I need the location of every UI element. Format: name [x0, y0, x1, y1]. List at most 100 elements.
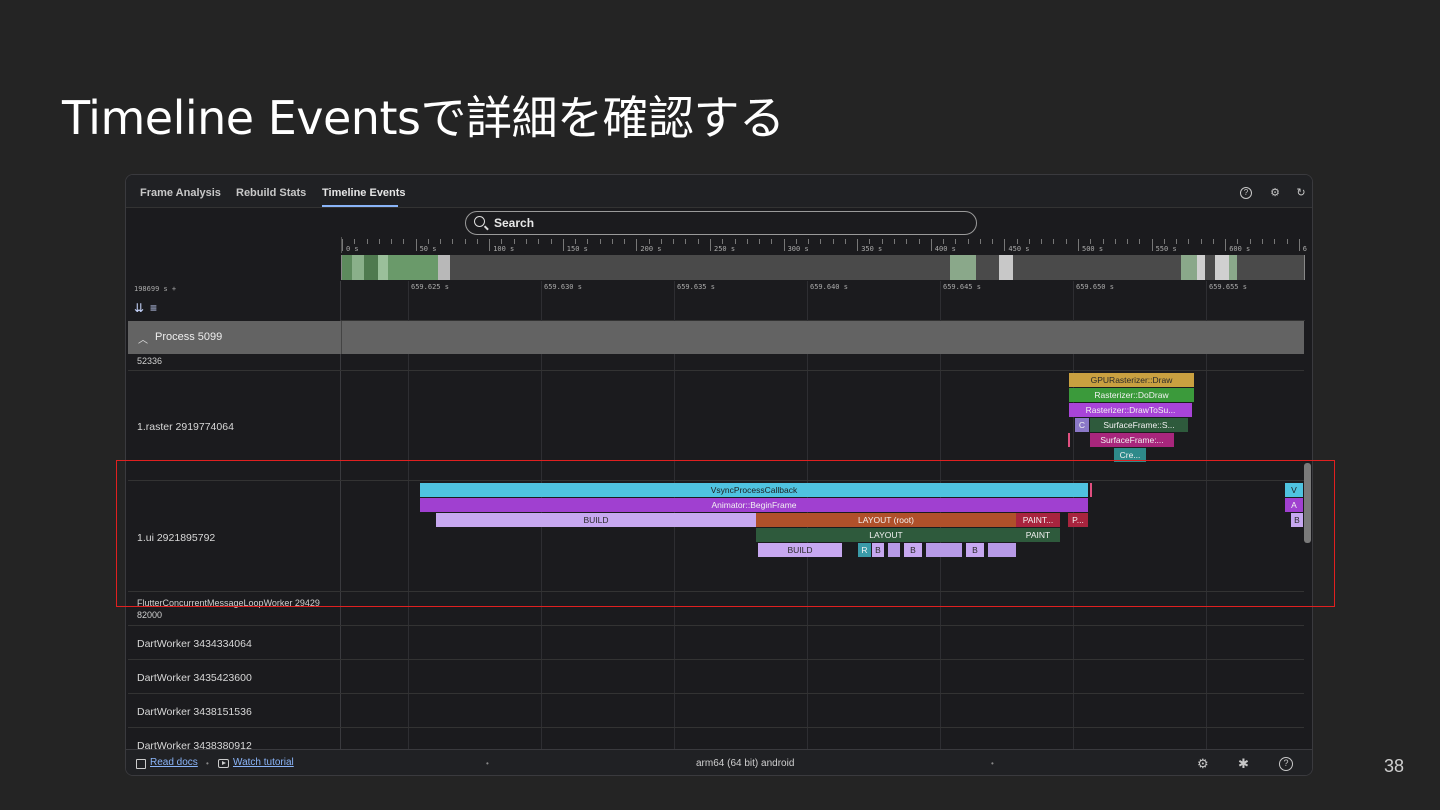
overview-tick-mark: [930, 239, 932, 251]
overview-tick-mark: [1249, 239, 1251, 244]
read-docs-link[interactable]: Read docs: [150, 757, 198, 768]
separator-dot: •: [206, 759, 209, 768]
overview-tick-mark: [1237, 239, 1239, 244]
chevron-up-icon[interactable]: ︿: [138, 331, 148, 346]
overview-tick-mark: [636, 239, 638, 251]
overview-tick-mark: [1163, 239, 1165, 244]
overview-tick-mark: [685, 239, 687, 244]
overview-tick-mark: [1298, 239, 1300, 251]
overview-tick-mark: [1151, 239, 1153, 251]
overview-tick-mark: [857, 239, 859, 251]
overview-tick-mark: [415, 239, 417, 251]
event-gpurasterizer-draw[interactable]: GPURasterizer::Draw: [1069, 373, 1194, 387]
help-icon[interactable]: ?: [1240, 187, 1252, 199]
time-origin: 198699 s +: [134, 285, 177, 293]
overview-tick-mark: [1065, 239, 1067, 244]
event-rasterizer-dodraw[interactable]: Rasterizer::DoDraw: [1069, 388, 1194, 402]
overview-tick-mark: [624, 239, 626, 244]
event-rasterizer-drawtosurface[interactable]: Rasterizer::DrawToSu...: [1069, 403, 1192, 417]
tab-rebuild-stats[interactable]: Rebuild Stats: [236, 187, 306, 199]
search-field[interactable]: [465, 211, 977, 235]
overview-tick-mark: [526, 239, 527, 244]
row-separator: [128, 625, 1304, 626]
overview-tick-mark: [550, 239, 552, 244]
overview-tick-mark: [1212, 239, 1214, 244]
process-row[interactable]: ︿ Process 5099: [128, 321, 1304, 354]
overview-tick-mark: [673, 239, 675, 244]
overview-tick-mark: [734, 239, 736, 244]
collapse-all-icon[interactable]: ⇊: [134, 301, 144, 315]
overview-tick-mark: [832, 239, 834, 244]
bug-icon[interactable]: ✱: [1238, 756, 1249, 772]
overview-tick-mark: [1053, 239, 1055, 244]
overview-tick-mark: [648, 239, 650, 244]
refresh-icon[interactable]: ↻: [1295, 187, 1307, 199]
search-input[interactable]: [494, 215, 964, 231]
overview-segment: [950, 255, 976, 280]
overview-tick-mark: [1188, 239, 1190, 244]
row-separator: [128, 727, 1304, 728]
overview-tick-label: 6: [1302, 245, 1308, 253]
overview-tick-mark: [1262, 239, 1263, 244]
thread-label-worker-id: 82000: [137, 610, 163, 620]
separator-dot: •: [486, 759, 489, 768]
tab-bar: Frame Analysis Rebuild Stats Timeline Ev…: [126, 175, 1312, 208]
overview-tick-mark: [587, 239, 589, 244]
overview-tick-mark: [562, 239, 564, 251]
overview-segment: [1181, 255, 1197, 280]
overview-tick-mark: [1016, 239, 1018, 244]
overview-tick-mark: [1139, 239, 1141, 244]
separator-dot: •: [991, 759, 994, 768]
list-view-icon[interactable]: ≡: [150, 301, 157, 315]
time-ruler-label: 659.640 s: [810, 283, 848, 291]
tab-timeline-events[interactable]: Timeline Events: [322, 187, 406, 199]
overview-tick-label: 250 s: [714, 245, 736, 253]
process-label: Process 5099: [155, 331, 223, 343]
time-ruler-label: 659.655 s: [1209, 283, 1247, 291]
overview-tick-label: 550 s: [1155, 245, 1177, 253]
overview-tick-mark: [403, 239, 405, 244]
overview-tick-mark: [918, 239, 920, 244]
overview-tick-mark: [427, 239, 429, 244]
overview-segment: [388, 255, 438, 280]
overview-tick-mark: [1041, 239, 1043, 244]
overview-tick-mark: [795, 239, 797, 244]
overview-tick-mark: [967, 239, 969, 244]
overview-tick-mark: [538, 239, 540, 244]
overview-tick-mark: [342, 239, 343, 251]
watch-tutorial-link[interactable]: Watch tutorial: [233, 757, 294, 768]
overview-tick-mark: [869, 239, 871, 244]
overview-tick-label: 100 s: [493, 245, 515, 253]
overview-tick-label: 450 s: [1008, 245, 1030, 253]
overview-tick-mark: [575, 239, 577, 244]
overview-tick-mark: [1225, 239, 1227, 251]
overview-tick-mark: [992, 239, 994, 244]
overview-tick-mark: [783, 239, 785, 251]
gear-icon[interactable]: ⚙: [1269, 187, 1281, 199]
overview-tick-mark: [881, 239, 883, 244]
event-c[interactable]: C: [1075, 418, 1089, 432]
overview-timeline[interactable]: [341, 255, 1305, 280]
overview-tick-label: 200 s: [640, 245, 662, 253]
device-info: arm64 (64 bit) android: [696, 758, 795, 769]
overview-segment: [352, 255, 364, 280]
overview-tick-label: 500 s: [1082, 245, 1104, 253]
row-separator: [128, 693, 1304, 694]
overview-tick-mark: [746, 239, 748, 244]
gear-icon[interactable]: ⚙: [1197, 756, 1209, 772]
event-marker[interactable]: [1068, 433, 1070, 447]
overview-tick-mark: [759, 239, 761, 244]
overview-tick-mark: [820, 239, 822, 244]
overview-tick-mark: [464, 239, 466, 244]
overview-tick-label: 400 s: [934, 245, 956, 253]
divider: [341, 321, 342, 354]
event-surfaceframe[interactable]: SurfaceFrame:...: [1090, 433, 1174, 447]
help-icon[interactable]: ?: [1279, 757, 1293, 771]
highlight-box: [116, 460, 1335, 607]
overview-tick-mark: [943, 239, 945, 244]
tab-frame-analysis[interactable]: Frame Analysis: [140, 187, 221, 199]
time-ruler-label: 659.630 s: [544, 283, 582, 291]
overview-tick-mark: [378, 239, 380, 244]
search-icon: [474, 216, 485, 227]
event-surfaceframe[interactable]: SurfaceFrame::S...: [1090, 418, 1188, 432]
